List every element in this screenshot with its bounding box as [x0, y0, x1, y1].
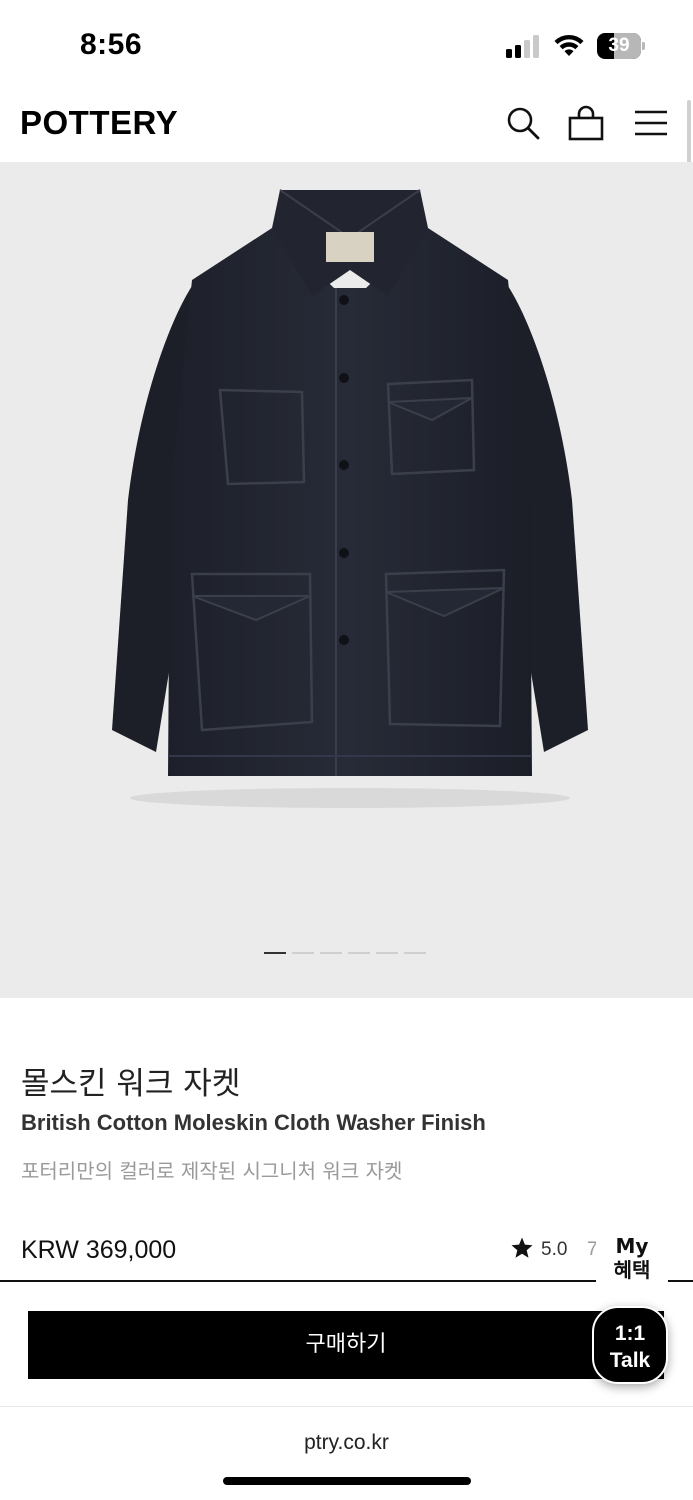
product-image-jacket [112, 189, 588, 808]
gallery-dot[interactable] [404, 952, 426, 954]
gallery-dot[interactable] [376, 952, 398, 954]
gallery-dot[interactable] [348, 952, 370, 954]
talk-label-line2: Talk [609, 1349, 651, 1372]
menu-icon[interactable] [632, 104, 670, 142]
section-divider [0, 1280, 693, 1282]
status-time: 8:56 [80, 28, 143, 61]
url-text[interactable]: ptry.co.kr [0, 1431, 693, 1455]
site-header: POTTERY [0, 88, 693, 162]
rating-score: 5.0 [541, 1239, 568, 1260]
product-english-name: British Cotton Moleskin Cloth Washer Fin… [21, 1110, 486, 1135]
site-logo[interactable]: POTTERY [20, 104, 178, 142]
browser-address-bar[interactable]: ptry.co.kr [0, 1406, 693, 1500]
talk-label-line1: 1:1 [614, 1322, 646, 1345]
buy-button[interactable]: 구매하기 [28, 1311, 664, 1379]
wifi-icon [554, 34, 584, 56]
shopping-bag-icon[interactable] [567, 104, 605, 142]
my-benefit-label-line2: 혜택 [613, 1258, 651, 1282]
my-benefit-label-line1: My [615, 1234, 649, 1258]
status-bar: 8:56 39 [0, 0, 693, 88]
search-icon[interactable] [504, 104, 542, 142]
star-icon [511, 1237, 533, 1258]
one-on-one-talk-button[interactable]: 1:1 Talk [592, 1306, 668, 1384]
gallery-dot[interactable] [292, 952, 314, 954]
my-benefit-button[interactable]: My 혜택 [596, 1234, 668, 1290]
battery-level: 39 [608, 35, 630, 56]
gallery-dot[interactable] [264, 952, 286, 954]
gallery-dot[interactable] [320, 952, 342, 954]
cellular-signal-icon [506, 34, 542, 58]
product-image-gallery[interactable] [0, 162, 693, 998]
product-description: 포터리만의 컬러로 제작된 시그니처 워크 자켓 [21, 1159, 403, 1183]
product-name: 몰스킨 워크 자켓 [21, 1066, 241, 1102]
battery-icon: 39 [597, 33, 647, 59]
product-price: KRW 369,000 [21, 1236, 177, 1264]
home-indicator[interactable] [223, 1477, 471, 1485]
